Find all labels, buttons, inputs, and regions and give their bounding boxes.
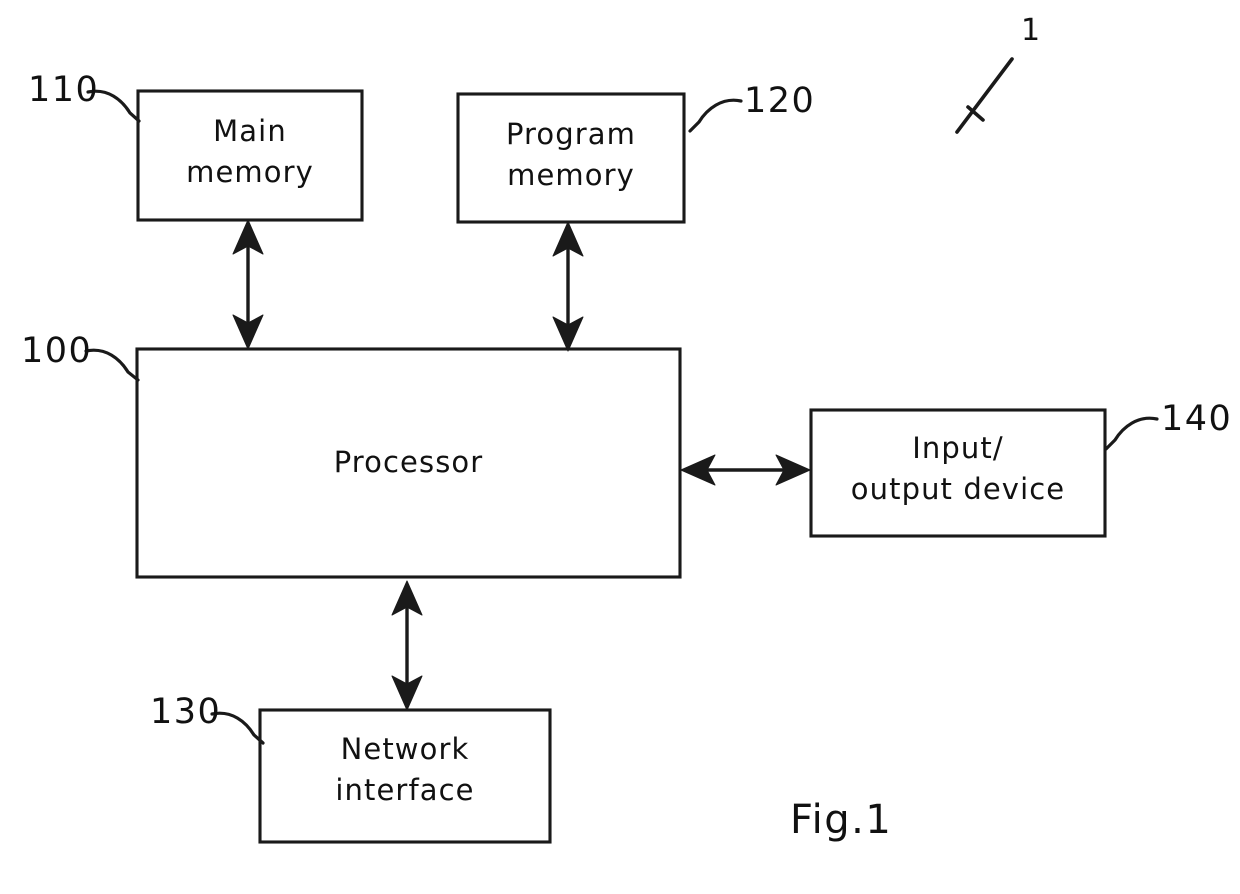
reference-numeral-140: 140 — [1161, 399, 1233, 439]
block-program-memory — [456, 92, 686, 224]
reference-numeral-100: 100 — [21, 331, 93, 371]
figure-canvas — [84, 57, 1159, 844]
block-main-memory — [136, 89, 364, 222]
leader-line-100 — [84, 348, 140, 382]
connector-processor-to-network-interface — [391, 580, 423, 711]
connector-main-memory-to-processor — [232, 219, 264, 350]
patent-figure-1: Main memory Program memory Processor Inp… — [0, 0, 1240, 894]
figure-caption: Fig.1 — [790, 797, 893, 843]
block-processor — [135, 347, 682, 579]
leader-line-120 — [688, 98, 743, 133]
reference-numeral-120: 120 — [744, 81, 816, 121]
leader-line-140 — [1104, 416, 1159, 451]
block-network-interface — [258, 708, 552, 844]
system-pointer-arrow — [955, 57, 1014, 134]
connector-processor-to-input-output-device — [680, 454, 811, 486]
reference-numeral-130: 130 — [150, 692, 222, 732]
reference-numeral-system: 1 — [1021, 13, 1041, 48]
connector-program-memory-to-processor — [552, 221, 584, 352]
block-input-output-device — [809, 408, 1107, 538]
reference-numeral-110: 110 — [28, 70, 100, 110]
